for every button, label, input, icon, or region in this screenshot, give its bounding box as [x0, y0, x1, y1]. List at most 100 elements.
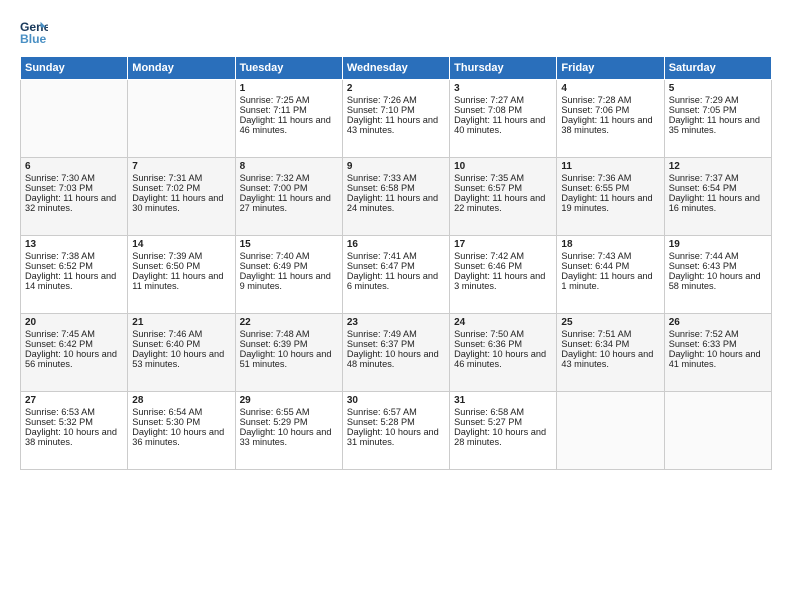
daylight: Daylight: 10 hours and 33 minutes. [240, 427, 332, 447]
daylight: Daylight: 11 hours and 38 minutes. [561, 115, 652, 135]
sunrise: Sunrise: 6:55 AM [240, 407, 310, 417]
sunrise: Sunrise: 7:52 AM [669, 329, 739, 339]
calendar-cell: 19Sunrise: 7:44 AMSunset: 6:43 PMDayligh… [664, 236, 771, 314]
day-number: 7 [132, 161, 230, 172]
calendar-cell: 4Sunrise: 7:28 AMSunset: 7:06 PMDaylight… [557, 80, 664, 158]
calendar-cell: 30Sunrise: 6:57 AMSunset: 5:28 PMDayligh… [342, 392, 449, 470]
sunset: Sunset: 5:30 PM [132, 417, 200, 427]
calendar-cell: 14Sunrise: 7:39 AMSunset: 6:50 PMDayligh… [128, 236, 235, 314]
sunset: Sunset: 6:49 PM [240, 261, 308, 271]
daylight: Daylight: 10 hours and 38 minutes. [25, 427, 117, 447]
calendar-cell: 16Sunrise: 7:41 AMSunset: 6:47 PMDayligh… [342, 236, 449, 314]
sunrise: Sunrise: 7:50 AM [454, 329, 524, 339]
daylight: Daylight: 10 hours and 43 minutes. [561, 349, 653, 369]
day-number: 8 [240, 161, 338, 172]
sunrise: Sunrise: 7:51 AM [561, 329, 631, 339]
sunrise: Sunrise: 7:35 AM [454, 173, 524, 183]
daylight: Daylight: 10 hours and 51 minutes. [240, 349, 332, 369]
sunrise: Sunrise: 7:41 AM [347, 251, 417, 261]
calendar-cell: 27Sunrise: 6:53 AMSunset: 5:32 PMDayligh… [21, 392, 128, 470]
sunset: Sunset: 6:47 PM [347, 261, 415, 271]
logo: General Blue [20, 18, 48, 46]
daylight: Daylight: 11 hours and 40 minutes. [454, 115, 545, 135]
day-number: 26 [669, 317, 767, 328]
calendar-table: SundayMondayTuesdayWednesdayThursdayFrid… [20, 56, 772, 470]
daylight: Daylight: 11 hours and 24 minutes. [347, 193, 438, 213]
sunrise: Sunrise: 7:29 AM [669, 95, 739, 105]
sunset: Sunset: 5:28 PM [347, 417, 415, 427]
day-number: 2 [347, 83, 445, 94]
sunset: Sunset: 6:43 PM [669, 261, 737, 271]
calendar-cell: 20Sunrise: 7:45 AMSunset: 6:42 PMDayligh… [21, 314, 128, 392]
calendar-body: 1Sunrise: 7:25 AMSunset: 7:11 PMDaylight… [21, 80, 772, 470]
day-number: 1 [240, 83, 338, 94]
sunset: Sunset: 7:06 PM [561, 105, 629, 115]
sunset: Sunset: 7:11 PM [240, 105, 307, 115]
sunset: Sunset: 7:10 PM [347, 105, 415, 115]
sunset: Sunset: 6:36 PM [454, 339, 522, 349]
sunrise: Sunrise: 7:49 AM [347, 329, 417, 339]
daylight: Daylight: 11 hours and 11 minutes. [132, 271, 223, 291]
daylight: Daylight: 10 hours and 31 minutes. [347, 427, 439, 447]
daylight: Daylight: 11 hours and 30 minutes. [132, 193, 223, 213]
daylight: Daylight: 11 hours and 3 minutes. [454, 271, 545, 291]
calendar-cell [557, 392, 664, 470]
day-header-thursday: Thursday [450, 57, 557, 80]
sunrise: Sunrise: 7:30 AM [25, 173, 95, 183]
calendar-cell: 10Sunrise: 7:35 AMSunset: 6:57 PMDayligh… [450, 158, 557, 236]
calendar-cell: 12Sunrise: 7:37 AMSunset: 6:54 PMDayligh… [664, 158, 771, 236]
daylight: Daylight: 10 hours and 36 minutes. [132, 427, 224, 447]
daylight: Daylight: 10 hours and 46 minutes. [454, 349, 546, 369]
sunrise: Sunrise: 7:44 AM [669, 251, 739, 261]
calendar-cell: 25Sunrise: 7:51 AMSunset: 6:34 PMDayligh… [557, 314, 664, 392]
calendar-cell: 23Sunrise: 7:49 AMSunset: 6:37 PMDayligh… [342, 314, 449, 392]
sunrise: Sunrise: 7:46 AM [132, 329, 202, 339]
daylight: Daylight: 11 hours and 22 minutes. [454, 193, 545, 213]
daylight: Daylight: 11 hours and 46 minutes. [240, 115, 331, 135]
calendar-cell: 7Sunrise: 7:31 AMSunset: 7:02 PMDaylight… [128, 158, 235, 236]
calendar-cell: 2Sunrise: 7:26 AMSunset: 7:10 PMDaylight… [342, 80, 449, 158]
sunset: Sunset: 5:29 PM [240, 417, 308, 427]
day-number: 24 [454, 317, 552, 328]
calendar-cell: 29Sunrise: 6:55 AMSunset: 5:29 PMDayligh… [235, 392, 342, 470]
calendar-cell: 9Sunrise: 7:33 AMSunset: 6:58 PMDaylight… [342, 158, 449, 236]
calendar-header-row: SundayMondayTuesdayWednesdayThursdayFrid… [21, 57, 772, 80]
day-header-wednesday: Wednesday [342, 57, 449, 80]
sunset: Sunset: 7:02 PM [132, 183, 200, 193]
svg-text:Blue: Blue [20, 32, 47, 46]
sunset: Sunset: 6:58 PM [347, 183, 415, 193]
week-row-3: 13Sunrise: 7:38 AMSunset: 6:52 PMDayligh… [21, 236, 772, 314]
sunset: Sunset: 6:54 PM [669, 183, 737, 193]
calendar-cell: 26Sunrise: 7:52 AMSunset: 6:33 PMDayligh… [664, 314, 771, 392]
daylight: Daylight: 11 hours and 6 minutes. [347, 271, 438, 291]
day-number: 16 [347, 239, 445, 250]
day-number: 23 [347, 317, 445, 328]
sunset: Sunset: 6:34 PM [561, 339, 629, 349]
day-number: 15 [240, 239, 338, 250]
day-header-monday: Monday [128, 57, 235, 80]
sunset: Sunset: 6:33 PM [669, 339, 737, 349]
day-number: 19 [669, 239, 767, 250]
calendar-cell: 1Sunrise: 7:25 AMSunset: 7:11 PMDaylight… [235, 80, 342, 158]
day-header-sunday: Sunday [21, 57, 128, 80]
day-number: 3 [454, 83, 552, 94]
sunset: Sunset: 7:00 PM [240, 183, 308, 193]
sunrise: Sunrise: 7:45 AM [25, 329, 95, 339]
day-number: 28 [132, 395, 230, 406]
sunset: Sunset: 5:32 PM [25, 417, 93, 427]
sunset: Sunset: 6:52 PM [25, 261, 93, 271]
sunrise: Sunrise: 7:26 AM [347, 95, 417, 105]
sunrise: Sunrise: 6:54 AM [132, 407, 202, 417]
day-number: 5 [669, 83, 767, 94]
week-row-2: 6Sunrise: 7:30 AMSunset: 7:03 PMDaylight… [21, 158, 772, 236]
day-number: 25 [561, 317, 659, 328]
calendar-cell [21, 80, 128, 158]
calendar-cell [128, 80, 235, 158]
day-number: 20 [25, 317, 123, 328]
calendar-cell: 21Sunrise: 7:46 AMSunset: 6:40 PMDayligh… [128, 314, 235, 392]
calendar-page: General Blue SundayMondayTuesdayWednesda… [0, 0, 792, 612]
sunrise: Sunrise: 7:32 AM [240, 173, 310, 183]
day-number: 4 [561, 83, 659, 94]
sunset: Sunset: 6:42 PM [25, 339, 93, 349]
sunrise: Sunrise: 7:43 AM [561, 251, 631, 261]
